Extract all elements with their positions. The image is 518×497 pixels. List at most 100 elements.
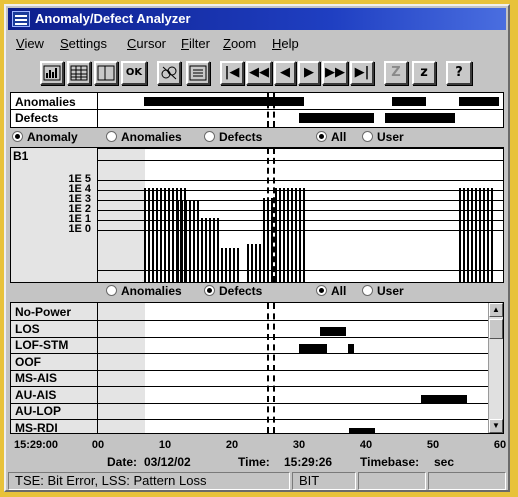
list-icon[interactable]	[186, 61, 210, 85]
histogram-bar	[148, 188, 150, 282]
grid-icon[interactable]	[67, 61, 91, 85]
radio-empty-icon	[106, 131, 117, 142]
radio-anomaly[interactable]: Anomaly	[12, 130, 78, 144]
radio-selected-icon	[204, 285, 215, 296]
last-icon[interactable]: ▶|	[350, 61, 374, 85]
histogram-bar	[279, 188, 281, 282]
summary-axis	[97, 93, 98, 127]
x-tick-label: 20	[225, 439, 239, 451]
forward-icon[interactable]: ▶	[298, 61, 320, 85]
status-cell-empty	[428, 472, 506, 490]
radio-defects-2[interactable]: Defects	[204, 284, 262, 298]
analyzer-icon[interactable]	[157, 61, 181, 85]
zoom-in-icon[interactable]: z	[412, 61, 436, 85]
fast-back-icon[interactable]: ◀◀	[246, 61, 272, 85]
timebase-value: sec	[434, 455, 455, 469]
radio-defects[interactable]: Defects	[204, 130, 262, 144]
menu-zoom[interactable]: Zoom	[223, 36, 256, 51]
y-tick-label: 1E 0	[68, 223, 91, 235]
scroll-up-icon[interactable]: ▲	[489, 303, 503, 317]
histogram-bar	[181, 200, 183, 282]
radio-all[interactable]: All	[316, 130, 346, 144]
radio-user-2[interactable]: User	[362, 284, 404, 298]
help-icon[interactable]: ?	[446, 61, 472, 85]
chart-icon[interactable]	[40, 61, 64, 85]
histogram-bar	[233, 248, 235, 282]
radio-user[interactable]: User	[362, 130, 404, 144]
menu-cursor[interactable]: Cursor	[127, 36, 166, 51]
app-icon	[12, 11, 30, 27]
radio-all-2-label: All	[331, 284, 347, 298]
cursor-line	[267, 148, 269, 282]
window-icon[interactable]	[94, 61, 118, 85]
defect-row-divider	[11, 320, 488, 321]
menu-view[interactable]: View	[16, 36, 44, 51]
histogram-bar	[193, 200, 195, 282]
radio-empty-icon	[362, 131, 373, 142]
filter-row-2: Anomalies Defects All User	[10, 284, 504, 300]
histogram-bar	[463, 188, 465, 282]
scrollbar[interactable]: ▲ ▼	[488, 303, 503, 433]
radio-all-2[interactable]: All	[316, 284, 346, 298]
histogram-bar	[221, 248, 223, 282]
histogram-bar	[471, 188, 473, 282]
scroll-thumb[interactable]	[489, 319, 503, 339]
first-icon[interactable]: |◀	[220, 61, 244, 85]
defect-label: LOS	[15, 321, 40, 336]
histogram-bar	[144, 188, 146, 282]
menu-settings[interactable]: Settings	[60, 36, 107, 51]
radio-anomalies-2[interactable]: Anomalies	[106, 284, 182, 298]
histogram-bar	[237, 248, 239, 282]
histogram-bar	[152, 188, 154, 282]
x-tick-label: 10	[158, 439, 172, 451]
histogram-bar	[197, 218, 199, 282]
histogram-bar	[247, 244, 249, 282]
cursor-line	[273, 93, 275, 127]
radio-empty-icon	[204, 131, 215, 142]
x-tick-label: 00	[91, 439, 105, 451]
histogram-bar	[275, 188, 277, 282]
check-ok-icon[interactable]: OK	[121, 61, 147, 85]
menu-help[interactable]: Help	[272, 36, 299, 51]
histogram-bar	[295, 188, 297, 282]
histogram-bar	[229, 248, 231, 282]
menu-filter[interactable]: Filter	[181, 36, 210, 51]
defect-label: No-Power	[15, 305, 72, 319]
time-axis: 15:29:00 00 10 20 30 40 50 60	[10, 438, 506, 454]
summary-divider	[11, 109, 503, 110]
defect-bar	[385, 113, 455, 123]
histogram-bar	[213, 218, 215, 282]
radio-anomalies[interactable]: Anomalies	[106, 130, 182, 144]
defect-row-divider	[11, 386, 488, 387]
histogram-bar	[172, 188, 174, 282]
defect-event-lof	[299, 344, 327, 353]
status-text: TSE: Bit Error, LSS: Pattern Loss	[8, 472, 290, 490]
radio-user-2-label: User	[377, 284, 404, 298]
radio-selected-icon	[316, 285, 327, 296]
histogram-bar	[487, 188, 489, 282]
histogram-bar	[303, 188, 305, 282]
status-bar: TSE: Bit Error, LSS: Pattern Loss BIT	[8, 472, 506, 490]
summary-panel: Anomalies Defects	[10, 92, 504, 128]
cursor-line	[273, 303, 275, 433]
histogram-bar	[189, 200, 191, 282]
defect-row-divider	[11, 336, 488, 338]
radio-selected-icon	[316, 131, 327, 142]
scroll-down-icon[interactable]: ▼	[489, 419, 503, 433]
x-tick-label: 60	[493, 439, 507, 451]
ok-label: OK	[125, 67, 143, 78]
radio-anomalies-label: Anomalies	[121, 130, 182, 144]
cursor-line	[267, 303, 269, 433]
histogram-bar	[467, 188, 469, 282]
histogram-bar	[168, 188, 170, 282]
histogram-axis	[97, 148, 98, 282]
zoom-out-icon[interactable]: Z	[384, 61, 408, 85]
info-line: Date: 03/12/02 Time: 15:29:26 Timebase: …	[10, 455, 504, 471]
histogram-bar	[291, 188, 293, 282]
histogram-bar	[287, 188, 289, 282]
toolbar: OK |◀ ◀◀ ◀ ▶ ▶▶ ▶| Z z ?	[10, 55, 504, 89]
back-icon[interactable]: ◀	[274, 61, 296, 85]
window-title: Anomaly/Defect Analyzer	[35, 11, 191, 26]
defects-axis	[97, 303, 98, 433]
fast-forward-icon[interactable]: ▶▶	[322, 61, 348, 85]
